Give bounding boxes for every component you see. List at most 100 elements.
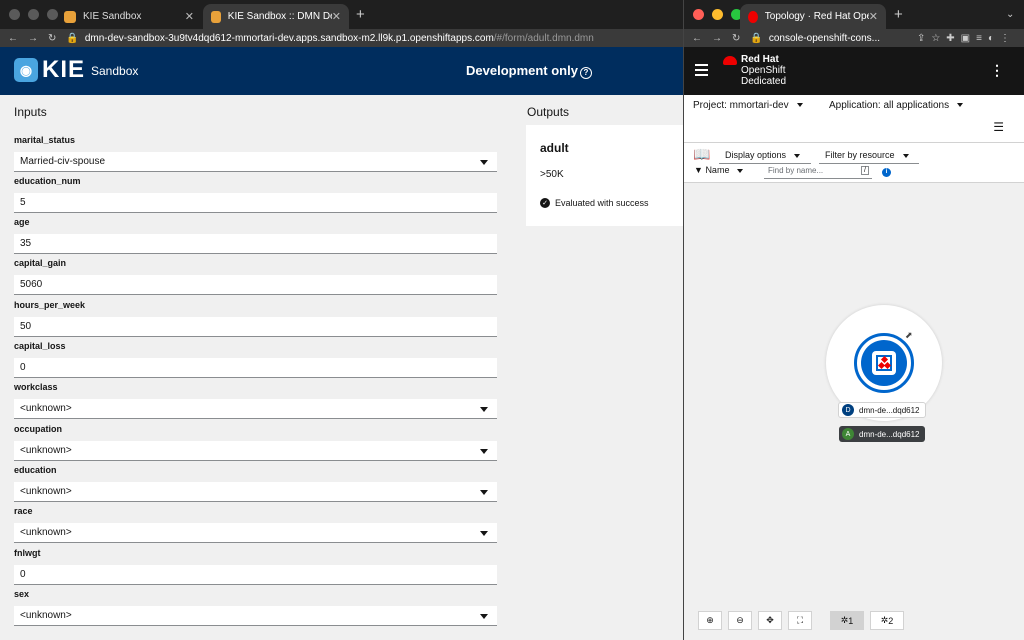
sex-select[interactable]: <unknown> xyxy=(14,606,497,626)
right-address-bar: ← → ↻ 🔒 console-openshift-cons... ⇪☆✚▣≡◐… xyxy=(684,29,1024,47)
layout-2-button[interactable]: ✲ 2 xyxy=(870,611,904,630)
list-view-icon[interactable]: ☰ xyxy=(993,120,1004,134)
marital-status-select[interactable]: Married-civ-spouse xyxy=(14,152,497,172)
tab-topology[interactable]: Topology · Red Hat OpenShift ✕ xyxy=(740,4,886,29)
dev-only-text: Development only xyxy=(466,63,578,78)
output-value: >50K xyxy=(540,169,564,180)
project-label: Project: mmortari-dev xyxy=(693,100,789,111)
url-field[interactable]: dmn-dev-sandbox-3u9tv4dqd612-mmortari-de… xyxy=(85,33,594,44)
field-capital-gain: capital_gain 5060 xyxy=(14,258,497,295)
tab-search-chevron-icon[interactable]: ⌄ xyxy=(1006,9,1014,20)
capital-gain-input[interactable]: 5060 xyxy=(14,275,497,295)
deployment-badge: D xyxy=(842,404,854,416)
caret-down-icon xyxy=(902,153,909,158)
back-icon[interactable]: ← xyxy=(692,33,702,44)
close-window-icon[interactable] xyxy=(9,9,20,20)
field-age: age 35 xyxy=(14,217,497,254)
topology-canvas[interactable]: ⬈ D dmn-de...dqd612 A dmn-de...dqd612 ⊕ … xyxy=(684,183,1024,640)
openshift-product: OpenShift xyxy=(741,65,786,76)
help-icon[interactable]: ? xyxy=(579,67,592,79)
lock-icon: 🔒 xyxy=(750,32,763,44)
find-by-name-input[interactable]: Find by name... / xyxy=(764,164,872,179)
openshift-favicon-icon xyxy=(748,10,758,23)
reload-icon[interactable]: ↻ xyxy=(48,33,56,44)
capital-loss-input[interactable]: 0 xyxy=(14,358,497,378)
race-select[interactable]: <unknown> xyxy=(14,523,497,543)
field-label: capital_gain xyxy=(14,258,67,268)
url-field[interactable]: console-openshift-cons... xyxy=(769,33,880,44)
minimize-window-icon[interactable] xyxy=(28,9,39,20)
book-add-icon[interactable]: 📖 xyxy=(693,146,710,163)
field-occupation: occupation <unknown> xyxy=(14,424,497,461)
field-sex: sex <unknown> xyxy=(14,589,497,626)
caret-down-icon xyxy=(796,103,803,108)
close-tab-icon[interactable]: ✕ xyxy=(869,10,878,23)
close-tab-icon[interactable]: ✕ xyxy=(185,10,194,23)
minimize-window-icon[interactable] xyxy=(712,9,723,20)
deployment-label[interactable]: D dmn-de...dqd612 xyxy=(838,402,926,418)
back-icon[interactable]: ← xyxy=(8,33,18,44)
zoom-out-icon[interactable]: ⊖ xyxy=(728,611,752,630)
filter-toolbar: 📖 Display options Filter by resource ▼ N… xyxy=(684,143,1024,183)
education-select[interactable]: <unknown> xyxy=(14,482,497,502)
name-filter-dropdown[interactable]: ▼ Name xyxy=(694,165,744,175)
external-link-icon[interactable]: ⬈ xyxy=(905,330,913,341)
close-tab-icon[interactable]: ✕ xyxy=(332,10,341,23)
field-capital-loss: capital_loss 0 xyxy=(14,341,497,378)
workclass-select[interactable]: <unknown> xyxy=(14,399,497,419)
inputs-column: Inputs marital_status Married-civ-spouse… xyxy=(14,105,497,626)
field-workclass: workclass <unknown> xyxy=(14,382,497,419)
forward-icon[interactable]: → xyxy=(28,33,38,44)
reload-icon[interactable]: ↻ xyxy=(732,33,740,44)
education-num-input[interactable]: 5 xyxy=(14,193,497,213)
reset-view-icon[interactable]: ⛶ xyxy=(788,611,812,630)
application-label-chip[interactable]: A dmn-de...dqd612 xyxy=(839,426,925,442)
tab-dmn-developer[interactable]: KIE Sandbox :: DMN Developer ✕ xyxy=(203,4,349,29)
fnlwgt-input[interactable]: 0 xyxy=(14,565,497,585)
age-input[interactable]: 35 xyxy=(14,234,497,254)
outputs-title: Outputs xyxy=(527,105,570,119)
application-name: dmn-de...dqd612 xyxy=(859,429,920,439)
project-selector[interactable]: Project: mmortari-dev xyxy=(693,100,803,111)
check-circle-icon: ✓ xyxy=(540,198,550,208)
window-controls xyxy=(9,9,58,20)
display-options-label: Display options xyxy=(725,150,787,160)
forward-icon[interactable]: → xyxy=(712,33,722,44)
filter-by-resource-label: Filter by resource xyxy=(825,150,895,160)
fit-to-screen-icon[interactable]: ✥ xyxy=(758,611,782,630)
tab-kie-sandbox[interactable]: KIE Sandbox ✕ xyxy=(56,4,202,29)
zoom-in-icon[interactable]: ⊕ xyxy=(698,611,722,630)
keyboard-shortcut-badge: / xyxy=(861,166,869,175)
field-label: hours_per_week xyxy=(14,300,86,310)
url-path: /#/form/adult.dmn.dmn xyxy=(493,32,594,44)
kie-header: ◉ KIE Sandbox Development only? xyxy=(0,47,683,95)
development-only-label[interactable]: Development only? xyxy=(466,63,592,79)
field-label: capital_loss xyxy=(14,341,66,351)
application-label: Application: all applications xyxy=(829,100,950,111)
dmn-form-area: Inputs marital_status Married-civ-spouse… xyxy=(0,95,683,640)
kebab-menu-icon[interactable]: ⋮ xyxy=(990,62,1004,79)
filter-by-resource-dropdown[interactable]: Filter by resource xyxy=(819,146,919,164)
hamburger-menu-icon[interactable] xyxy=(695,64,708,76)
right-browser-window: Topology · Red Hat OpenShift ✕ + ⌄ ← → ↻… xyxy=(683,0,1024,640)
field-hours-per-week: hours_per_week 50 xyxy=(14,300,497,337)
left-browser-window: KIE Sandbox ✕ KIE Sandbox :: DMN Develop… xyxy=(0,0,683,640)
field-fnlwgt: fnlwgt 0 xyxy=(14,548,497,585)
kie-subtitle: Sandbox xyxy=(91,64,139,78)
info-icon[interactable]: i xyxy=(882,168,891,177)
layout-1-button[interactable]: ✲ 1 xyxy=(830,611,864,630)
browser-extension-icons[interactable]: ⇪☆✚▣≡◐⋮ xyxy=(917,33,1016,44)
new-tab-icon[interactable]: + xyxy=(894,6,903,23)
hours-per-week-input[interactable]: 50 xyxy=(14,317,497,337)
close-window-icon[interactable] xyxy=(693,9,704,20)
tab-title: KIE Sandbox :: DMN Developer xyxy=(227,11,332,22)
occupation-select[interactable]: <unknown> xyxy=(14,441,497,461)
caret-down-icon xyxy=(794,153,801,158)
kie-favicon-icon xyxy=(64,10,76,23)
kie-logo-text: KIE xyxy=(42,56,86,83)
kie-owl-logo-icon: ◉ xyxy=(14,58,38,82)
application-selector[interactable]: Application: all applications xyxy=(829,100,964,111)
new-tab-icon[interactable]: + xyxy=(356,6,365,23)
display-options-dropdown[interactable]: Display options xyxy=(719,146,811,164)
field-label: race xyxy=(14,506,33,516)
